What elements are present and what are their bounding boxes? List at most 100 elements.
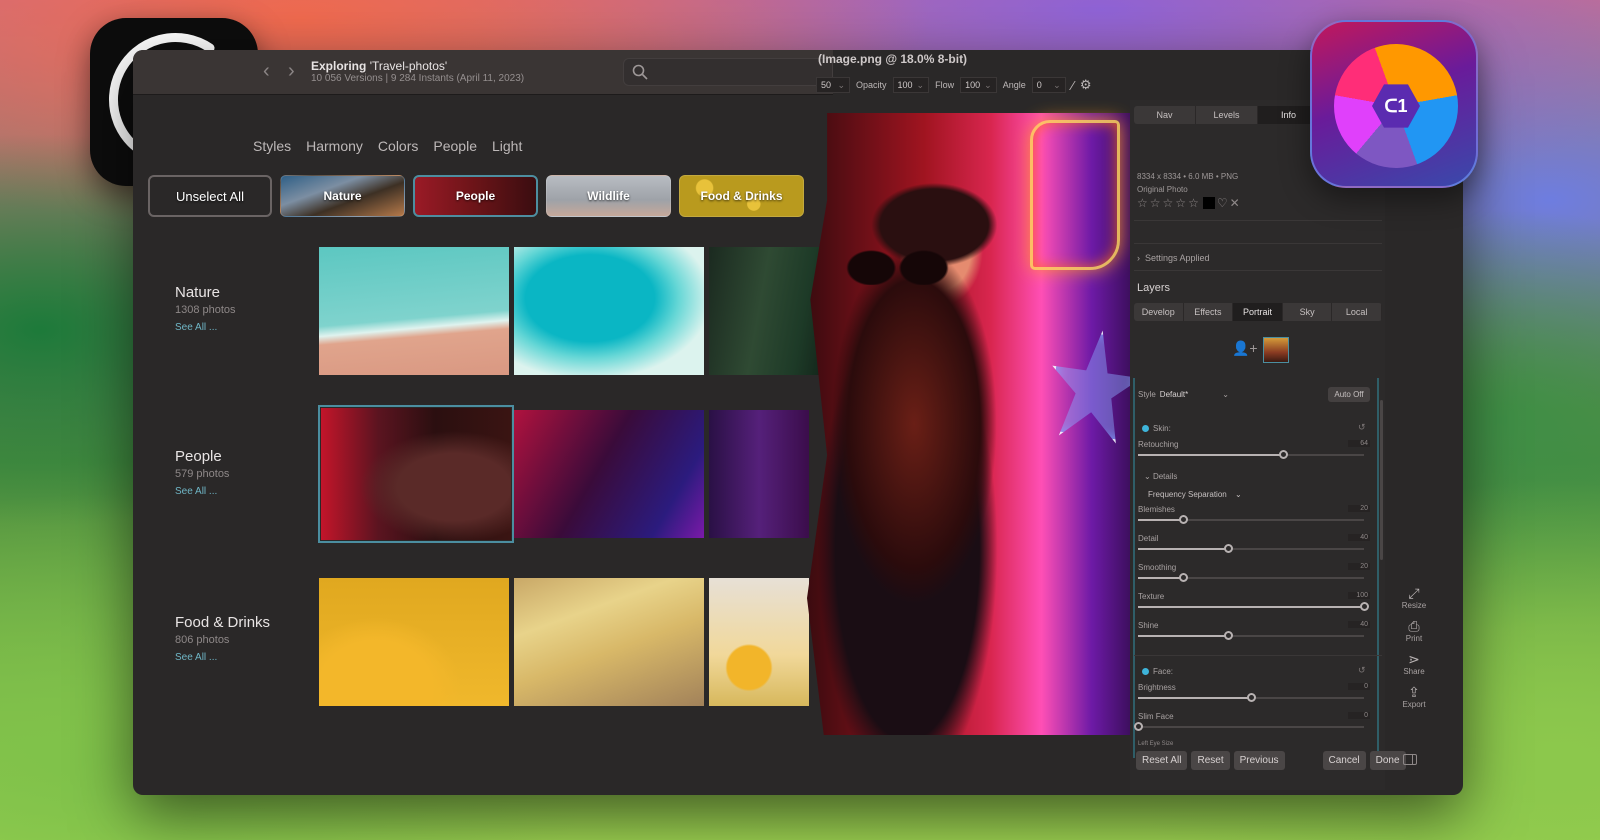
section-title: Nature [175, 284, 221, 301]
slider-value[interactable]: 64 [1348, 440, 1370, 447]
frequency-separation-select[interactable]: Frequency Separation ⌄ [1148, 490, 1242, 499]
photo-thumbnail[interactable] [514, 410, 704, 538]
slider-knob[interactable] [1278, 450, 1288, 459]
slider-value[interactable]: 40 [1348, 534, 1370, 541]
skin-enable-toggle[interactable] [1142, 425, 1149, 432]
details-toggle[interactable]: ⌄ Details [1144, 472, 1177, 481]
forward-arrow-icon[interactable]: › [288, 60, 295, 83]
panel-toggle-icon[interactable] [1403, 754, 1417, 765]
filter-tab-styles[interactable]: Styles [253, 138, 291, 154]
print-button[interactable]: ⎙ Print [1406, 618, 1422, 643]
star-icon[interactable]: ☆ [1188, 196, 1199, 210]
slider-fill [1138, 635, 1229, 637]
chip-nature[interactable]: Nature [280, 175, 405, 217]
slider-knob[interactable] [1247, 693, 1256, 702]
reject-x-icon[interactable]: ✕ [1230, 196, 1240, 210]
filter-tab-harmony[interactable]: Harmony [306, 138, 363, 154]
see-all-link[interactable]: See All ... [175, 486, 229, 497]
opacity-select[interactable]: 100 ⌄ [892, 77, 930, 93]
title-collection-name: 'Travel-photos' [369, 59, 448, 73]
tab-local[interactable]: Local [1332, 303, 1382, 321]
export-button[interactable]: ⇪ Export [1402, 684, 1425, 709]
magic-wand-icon[interactable]: ⁄ [1072, 78, 1074, 93]
slider-value[interactable]: 0 [1348, 712, 1370, 719]
share-button[interactable]: ⋗ Share [1403, 651, 1424, 676]
slider-track[interactable] [1138, 544, 1364, 553]
slider-track[interactable] [1138, 693, 1364, 702]
slider-value[interactable]: 0 [1348, 683, 1370, 690]
cancel-button[interactable]: Cancel [1322, 751, 1366, 770]
photo-thumbnail[interactable] [514, 578, 704, 706]
face-enable-toggle[interactable] [1142, 668, 1149, 675]
reset-skin-icon[interactable]: ↺ [1358, 422, 1366, 433]
chip-people[interactable]: People [413, 175, 538, 217]
reset-all-button[interactable]: Reset All [1136, 751, 1188, 770]
add-person-icon[interactable]: 👤+ [1232, 340, 1258, 357]
photo-thumbnail[interactable] [709, 410, 809, 538]
brush-size-select[interactable]: 50 ⌄ [816, 77, 850, 93]
face-layer-thumbnail[interactable] [1263, 337, 1289, 363]
photo-thumbnail-selected[interactable] [318, 405, 514, 543]
style-select[interactable]: Style Default* ⌄ [1138, 390, 1229, 399]
auto-off-button[interactable]: Auto Off [1328, 387, 1370, 402]
slider-knob[interactable] [1224, 544, 1234, 553]
tab-nav[interactable]: Nav [1134, 106, 1196, 124]
slider-track[interactable] [1138, 450, 1364, 459]
done-button[interactable]: Done [1369, 751, 1406, 770]
chevron-down-icon: ⌄ [916, 80, 925, 90]
skin-label: Skin: [1153, 424, 1171, 433]
tab-portrait[interactable]: Portrait [1233, 303, 1283, 321]
sunglasses-decoration [845, 247, 950, 285]
star-icon[interactable]: ☆ [1137, 196, 1148, 210]
slider-knob[interactable] [1224, 631, 1234, 640]
layer-tabs: Develop Effects Portrait Sky Local [1134, 303, 1382, 321]
unselect-all-button[interactable]: Unselect All [148, 175, 272, 217]
tab-sky[interactable]: Sky [1283, 303, 1333, 321]
tab-develop[interactable]: Develop [1134, 303, 1184, 321]
previous-button[interactable]: Previous [1233, 751, 1285, 770]
slider-track[interactable] [1138, 573, 1364, 582]
back-arrow-icon[interactable]: ‹ [263, 60, 270, 83]
chip-wildlife[interactable]: Wildlife [546, 175, 671, 217]
slider-value[interactable]: 100 [1348, 592, 1370, 599]
color-tag-swatch[interactable] [1202, 197, 1215, 209]
resize-button[interactable]: ⤢ Resize [1402, 585, 1426, 610]
photo-thumbnail[interactable] [709, 578, 809, 706]
search-input[interactable] [623, 58, 833, 86]
star-icon[interactable]: ☆ [1175, 196, 1186, 210]
tab-levels[interactable]: Levels [1196, 106, 1258, 124]
filter-tab-people[interactable]: People [433, 138, 477, 154]
slider-value[interactable]: 20 [1348, 563, 1370, 570]
photo-thumbnail[interactable] [319, 247, 509, 375]
slider-value[interactable]: 20 [1348, 505, 1370, 512]
photo-thumbnail[interactable] [319, 578, 509, 706]
see-all-link[interactable]: See All ... [175, 652, 270, 663]
slider-knob[interactable] [1179, 573, 1189, 582]
slider-knob[interactable] [1134, 722, 1143, 731]
star-icon[interactable]: ☆ [1163, 196, 1174, 210]
flow-select[interactable]: 100 ⌄ [960, 77, 997, 93]
section-count: 579 photos [175, 468, 230, 480]
slider-track[interactable] [1138, 631, 1364, 640]
slider-knob[interactable] [1179, 515, 1189, 524]
slider-value[interactable]: 40 [1348, 621, 1370, 628]
star-icon[interactable]: ☆ [1150, 196, 1161, 210]
reset-button[interactable]: Reset [1191, 751, 1230, 770]
chip-food-drinks[interactable]: Food & Drinks [679, 175, 804, 217]
slider-track[interactable] [1138, 602, 1369, 611]
tab-effects[interactable]: Effects [1184, 303, 1234, 321]
see-all-link[interactable]: See All ... [175, 322, 236, 333]
photo-thumbnail[interactable] [514, 247, 704, 375]
filter-tab-colors[interactable]: Colors [378, 138, 418, 154]
angle-select[interactable]: 0 ⌄ [1031, 77, 1066, 93]
slider-track[interactable] [1134, 722, 1364, 731]
slider-smoothing: Smoothing 20 [1138, 563, 1370, 589]
reset-face-icon[interactable]: ↺ [1358, 665, 1366, 676]
filter-tab-light[interactable]: Light [492, 138, 522, 154]
slider-knob[interactable] [1360, 602, 1369, 611]
heart-icon[interactable]: ♡ [1217, 196, 1228, 210]
inspector-scrollbar[interactable] [1380, 400, 1383, 560]
gear-icon[interactable]: ⚙ [1080, 77, 1092, 93]
settings-applied-toggle[interactable]: › Settings Applied [1137, 253, 1210, 263]
slider-track[interactable] [1138, 515, 1364, 524]
